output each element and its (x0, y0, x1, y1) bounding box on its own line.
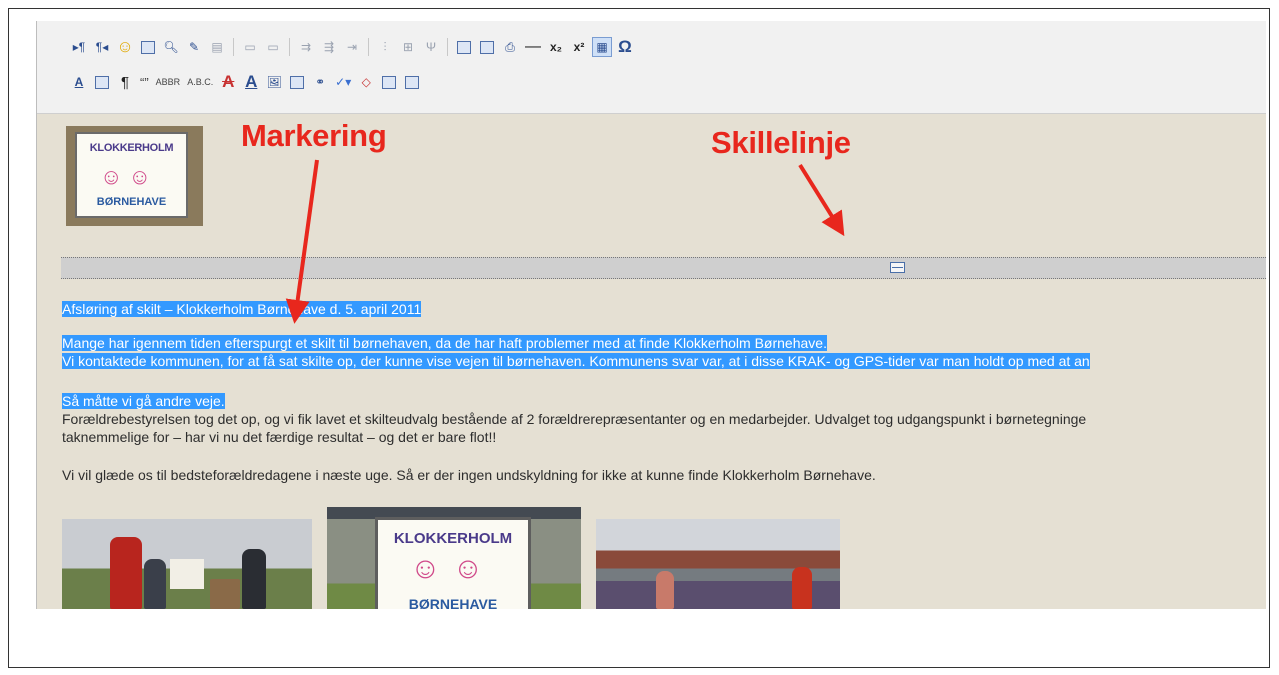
heading-line: Afsløring af skilt – Klokkerholm Børneha… (62, 301, 422, 318)
superscript-icon[interactable]: x² (569, 37, 589, 57)
rtl-icon[interactable]: ¶◂ (92, 37, 112, 57)
logo-text-bottom: BØRNEHAVE (96, 196, 167, 208)
editor-content[interactable]: KLOKKERHOLM ☺☺ BØRNEHAVE Afsløring af sk… (37, 114, 1266, 609)
style-icon[interactable]: A (69, 72, 89, 92)
delete-col-icon[interactable]: ⫶ (375, 37, 395, 57)
person-figure (210, 579, 240, 609)
person-figure (792, 567, 812, 609)
logo-text-top: KLOKKERHOLM (89, 142, 174, 154)
paragraph-line: taknemmelige for – har vi nu det færdige… (62, 429, 497, 445)
special-char-icon[interactable]: Ω (615, 37, 635, 57)
horizontal-rule-marker-icon (890, 262, 905, 273)
paragraph-mark-icon[interactable]: ¶ (115, 72, 135, 92)
split-icon[interactable]: ⇶ (319, 37, 339, 57)
photo-unveiling (62, 519, 312, 609)
logo-board: KLOKKERHOLM ☺☺ BØRNEHAVE (75, 132, 188, 218)
person-figure (144, 559, 166, 609)
text-color-icon[interactable]: A (218, 72, 238, 92)
selected-heading: Afsløring af skilt – Klokkerholm Børneha… (62, 301, 422, 317)
editor-toolbar: ▸¶ ¶◂ ☺ 🔍︎ ✎ ▤ ▭ ▭ ⇉ ⇶ ⇥ ⫶ ⊞ Ψ ⎙ — x₂ x²… (37, 21, 1266, 114)
visual-aid-icon[interactable]: ▦ (592, 37, 612, 57)
image-icon[interactable]: 🖼︎ (264, 72, 284, 92)
code-icon[interactable]: ◇ (356, 72, 376, 92)
paragraph-line: Forældrebestyrelsen tog det op, og vi fi… (62, 411, 1087, 427)
acronym-icon[interactable]: A.B.C. (185, 72, 215, 92)
person-figure (242, 549, 266, 609)
grid-icon[interactable]: ⊞ (398, 37, 418, 57)
horizontal-rule[interactable] (61, 257, 1266, 279)
paragraph-line: Så måtte vi gå andre veje. (62, 393, 225, 410)
abbr-icon[interactable]: ABBR (154, 72, 183, 92)
edit-icon[interactable]: ✎ (184, 37, 204, 57)
annotation-skillelinje: Skillelinje (711, 125, 851, 160)
kids-drawing: ☺☺ (410, 552, 496, 585)
col-insert-icon[interactable]: ▭ (263, 37, 283, 57)
table-icon[interactable] (454, 37, 474, 57)
print-icon[interactable]: ⎙ (500, 37, 520, 57)
layer-icon[interactable] (379, 72, 399, 92)
selected-text: Vi kontaktede kommunen, for at få sat sk… (62, 353, 1090, 369)
help-icon[interactable] (92, 72, 112, 92)
spellcheck-icon[interactable]: ✓▾ (333, 72, 353, 92)
toolbar-row-1: ▸¶ ¶◂ ☺ 🔍︎ ✎ ▤ ▭ ▭ ⇉ ⇶ ⇥ ⫶ ⊞ Ψ ⎙ — x₂ x²… (69, 35, 635, 59)
annotation-markering: Markering (241, 118, 387, 153)
quote-icon[interactable]: “” (138, 72, 151, 92)
sign-text-top: KLOKKERHOLM (393, 530, 513, 547)
ltr-icon[interactable]: ▸¶ (69, 37, 89, 57)
table-props-icon[interactable] (477, 37, 497, 57)
toolbar-separator (289, 38, 290, 56)
flash-icon[interactable] (138, 37, 158, 57)
horizontal-rule-icon[interactable]: — (523, 37, 543, 57)
media-icon[interactable] (287, 72, 307, 92)
toolbar-row-2: A ¶ “” ABBR A.B.C. A A 🖼︎ ⚭ ✓▾ ◇ (69, 70, 422, 94)
cell-merge-icon[interactable]: ⇉ (296, 37, 316, 57)
sign-board: KLOKKERHOLM ☺☺ BØRNEHAVE (375, 517, 531, 609)
columns-icon[interactable] (402, 72, 422, 92)
photo-sign: KLOKKERHOLM ☺☺ BØRNEHAVE (327, 507, 581, 609)
col-width-icon[interactable]: ⇥ (342, 37, 362, 57)
person-figure (110, 537, 142, 609)
sign-text-bottom: BØRNEHAVE (408, 596, 498, 609)
subscript-icon[interactable]: x₂ (546, 37, 566, 57)
smiley-icon[interactable]: ☺ (115, 37, 135, 57)
paragraph-line: Mange har igennem tiden efterspurgt et s… (62, 335, 827, 352)
sign-board (170, 559, 204, 589)
link-icon[interactable]: ⚭ (310, 72, 330, 92)
filter-icon[interactable]: Ψ (421, 37, 441, 57)
selected-text: Mange har igennem tiden efterspurgt et s… (62, 335, 827, 351)
bg-color-icon[interactable]: A (241, 72, 261, 92)
toolbar-separator (368, 38, 369, 56)
paragraph-line: Vi vil glæde os til bedsteforældredagene… (62, 467, 876, 483)
rich-text-editor: ▸¶ ¶◂ ☺ 🔍︎ ✎ ▤ ▭ ▭ ⇉ ⇶ ⇥ ⫶ ⊞ Ψ ⎙ — x₂ x²… (36, 21, 1266, 609)
template-icon[interactable]: ▤ (207, 37, 227, 57)
paragraph-line: Vi kontaktede kommunen, for at få sat sk… (62, 353, 1090, 370)
selected-text: Så måtte vi gå andre veje. (62, 393, 225, 409)
photo-crowd (596, 519, 840, 609)
row-insert-icon[interactable]: ▭ (240, 37, 260, 57)
logo-image: KLOKKERHOLM ☺☺ BØRNEHAVE (66, 126, 203, 226)
preview-icon[interactable]: 🔍︎ (161, 37, 181, 57)
kids-drawing: ☺☺ (100, 164, 157, 189)
toolbar-separator (447, 38, 448, 56)
person-figure (656, 571, 674, 609)
toolbar-separator (233, 38, 234, 56)
